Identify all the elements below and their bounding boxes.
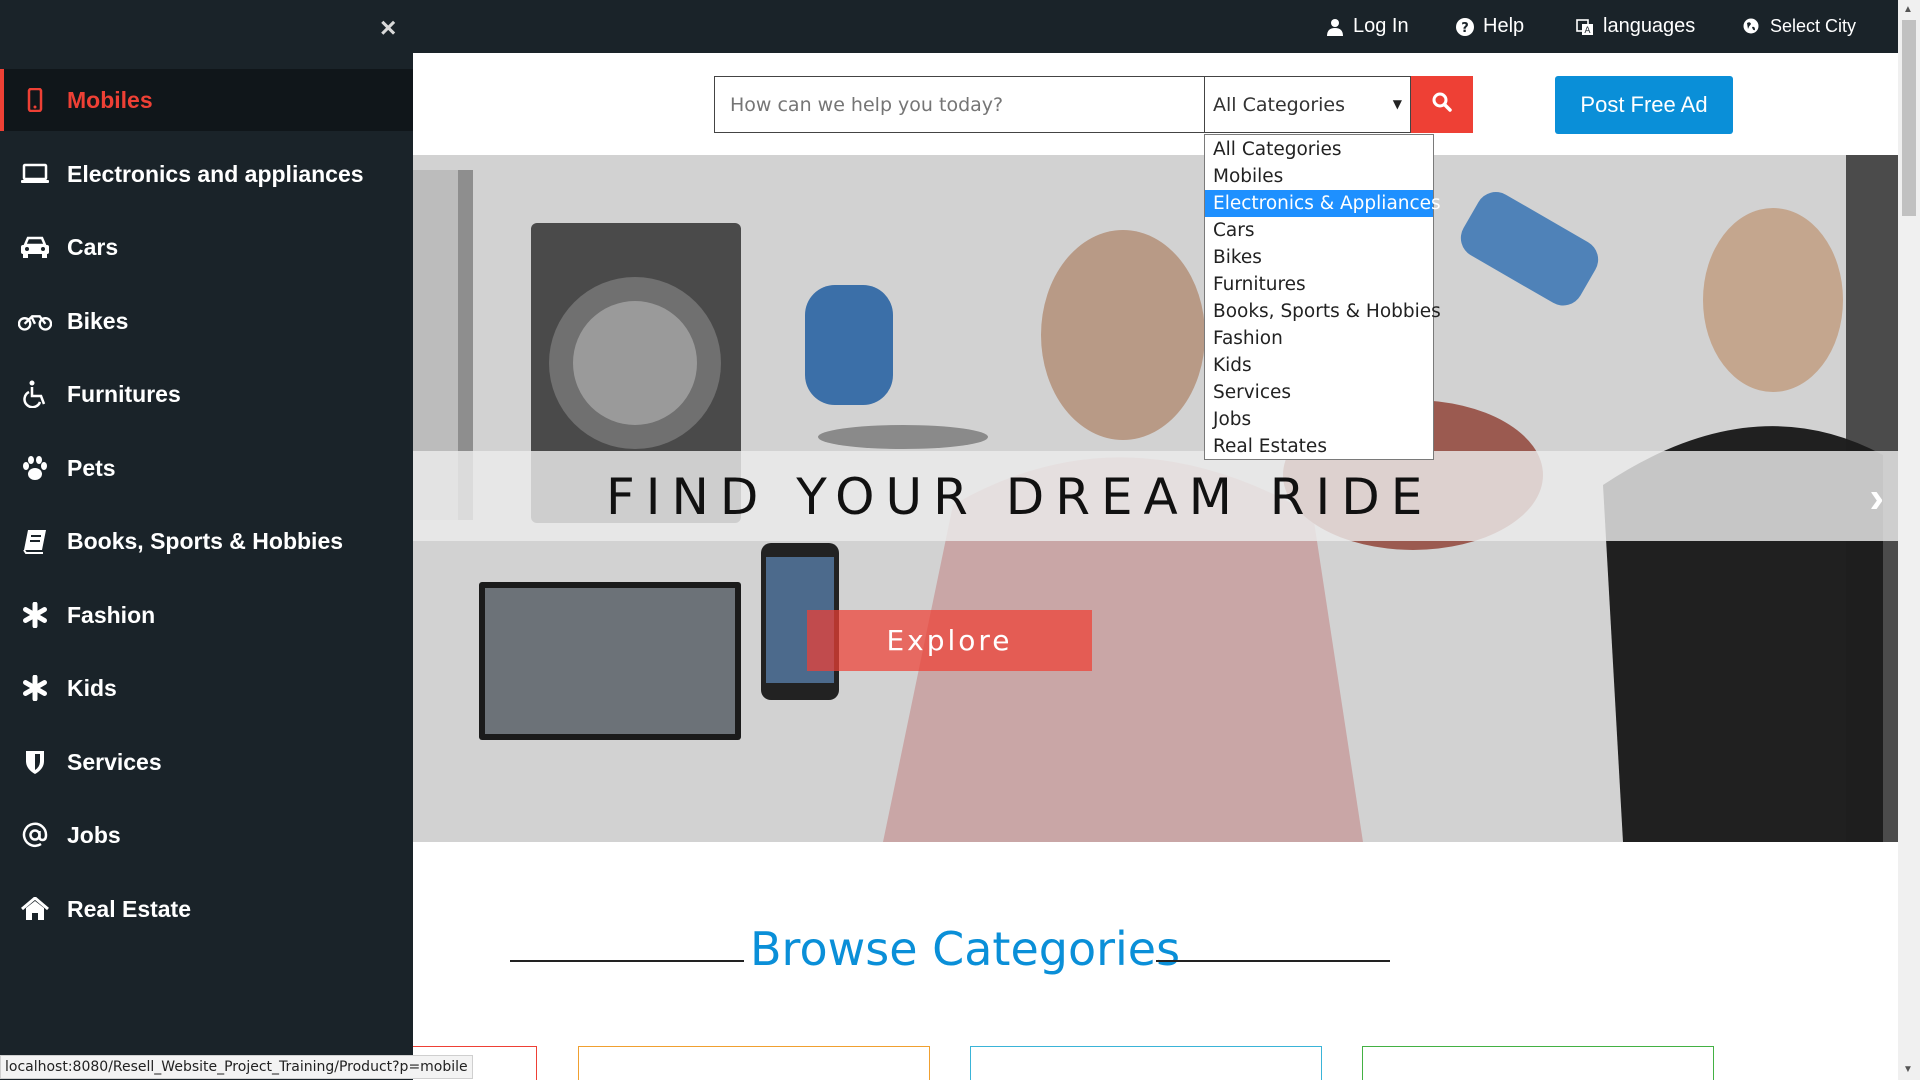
sidebar-item-label: Furnitures xyxy=(67,380,181,407)
explore-button[interactable]: Explore xyxy=(807,610,1092,671)
hero-title: FIND YOUR DREAM RIDE xyxy=(606,468,1434,526)
page-scrollbar[interactable]: ▲ ▼ xyxy=(1898,0,1920,1080)
category-card[interactable] xyxy=(1362,1046,1714,1080)
sidebar-item-label: Services xyxy=(67,748,162,775)
book-icon xyxy=(18,526,52,556)
sidebar-item-bikes[interactable]: Bikes xyxy=(0,290,413,352)
scrollbar-thumb[interactable] xyxy=(1902,20,1916,216)
sidebar-item-kids[interactable]: Kids xyxy=(0,657,413,719)
help-label: Help xyxy=(1483,15,1525,37)
dropdown-option[interactable]: All Categories xyxy=(1205,136,1433,163)
dropdown-option[interactable]: Electronics & Appliances xyxy=(1205,190,1441,217)
category-card[interactable] xyxy=(970,1046,1322,1080)
search-icon xyxy=(1432,92,1452,117)
login-label: Log In xyxy=(1353,15,1409,37)
user-icon xyxy=(1326,18,1344,36)
question-icon: ? xyxy=(1456,17,1474,36)
dropdown-option[interactable]: Cars xyxy=(1205,217,1433,244)
languages-link[interactable]: A languages xyxy=(1576,0,1695,53)
svg-text:A: A xyxy=(1584,26,1591,36)
browse-categories-title: Browse Categories xyxy=(750,922,1181,976)
carousel-next-icon[interactable]: › xyxy=(1869,473,1884,523)
sidebar-item-cars[interactable]: Cars xyxy=(0,216,413,278)
dropdown-option[interactable]: Bikes xyxy=(1205,244,1433,271)
search-input[interactable] xyxy=(715,77,1204,132)
search-field-wrapper xyxy=(714,76,1204,133)
dropdown-option[interactable]: Furnitures xyxy=(1205,271,1433,298)
sidebar-item-fashion[interactable]: Fashion xyxy=(0,584,413,646)
sidebar-item-services[interactable]: Services xyxy=(0,731,413,793)
browse-title-right-rule xyxy=(1156,960,1390,962)
dropdown-option[interactable]: Kids xyxy=(1205,352,1433,379)
search-button[interactable] xyxy=(1411,76,1473,133)
select-city-link[interactable]: Select City xyxy=(1743,0,1856,53)
close-icon[interactable]: × xyxy=(380,12,396,44)
post-free-ad-label: Post Free Ad xyxy=(1580,92,1708,117)
dropdown-arrow-icon: ▼ xyxy=(1392,97,1402,111)
sidebar-item-label: Jobs xyxy=(67,821,121,848)
category-card[interactable] xyxy=(578,1046,930,1080)
sidebar-item-real-estate[interactable]: Real Estate xyxy=(0,878,413,940)
dropdown-option[interactable]: Real Estates xyxy=(1205,433,1433,460)
sidebar-item-label: Fashion xyxy=(67,601,156,628)
home-icon xyxy=(18,894,52,924)
sidebar-item-label: Real Estate xyxy=(67,895,192,922)
sidebar-item-books-sports-hobbies[interactable]: Books, Sports & Hobbies xyxy=(0,510,413,572)
wheelchair-icon xyxy=(18,379,52,409)
motorcycle-icon xyxy=(18,306,52,336)
hero-banner: FIND YOUR DREAM RIDE › Explore xyxy=(413,155,1898,842)
explore-label: Explore xyxy=(886,624,1013,657)
at-icon xyxy=(18,820,52,850)
browse-title-left-rule xyxy=(510,960,744,962)
language-icon: A xyxy=(1576,18,1594,36)
sidebar-item-mobiles[interactable]: Mobiles xyxy=(0,69,413,131)
car-icon xyxy=(18,232,52,262)
help-link[interactable]: ? Help xyxy=(1456,0,1524,53)
sidebar-item-furnitures[interactable]: Furnitures xyxy=(0,363,413,425)
browser-status-url: localhost:8080/Resell_Website_Project_Tr… xyxy=(0,1055,473,1079)
sidebar-item-label: Electronics and appliances xyxy=(67,160,364,187)
category-select-value: All Categories xyxy=(1213,93,1346,116)
svg-text:?: ? xyxy=(1461,21,1469,36)
sidebar-item-label: Mobiles xyxy=(67,86,153,113)
post-free-ad-button[interactable]: Post Free Ad xyxy=(1555,76,1733,134)
login-link[interactable]: Log In xyxy=(1326,0,1409,53)
paw-icon xyxy=(18,453,52,483)
languages-label: languages xyxy=(1603,15,1696,37)
sidebar-item-label: Books, Sports & Hobbies xyxy=(67,527,344,554)
sidebar-item-label: Cars xyxy=(67,233,119,260)
dropdown-option[interactable]: Mobiles xyxy=(1205,163,1433,190)
side-menu: × Mobiles Electronics and appliances Car… xyxy=(0,0,413,1080)
laptop-icon xyxy=(18,159,52,189)
globe-icon xyxy=(1743,18,1761,36)
dropdown-option[interactable]: Books, Sports & Hobbies xyxy=(1205,298,1441,325)
dropdown-option[interactable]: Jobs xyxy=(1205,406,1433,433)
shield-icon xyxy=(18,747,52,777)
category-select[interactable]: All Categories ▼ xyxy=(1204,76,1411,133)
sidebar-item-electronics[interactable]: Electronics and appliances xyxy=(0,143,413,205)
asterisk-icon xyxy=(18,673,52,703)
scroll-down-icon[interactable]: ▼ xyxy=(1903,1064,1913,1075)
dropdown-option[interactable]: Services xyxy=(1205,379,1433,406)
dropdown-option[interactable]: Fashion xyxy=(1205,325,1433,352)
select-city-label: Select City xyxy=(1770,16,1857,36)
category-dropdown-list: All Categories Mobiles Electronics & Appli… xyxy=(1204,134,1441,460)
sidebar-item-label: Pets xyxy=(67,454,116,481)
asterisk-icon xyxy=(18,600,52,630)
sidebar-item-jobs[interactable]: Jobs xyxy=(0,804,413,866)
mobile-icon xyxy=(18,85,52,115)
sidebar-item-label: Kids xyxy=(67,674,117,701)
sidebar-item-label: Bikes xyxy=(67,307,129,334)
scroll-up-icon[interactable]: ▲ xyxy=(1903,4,1913,15)
sidebar-item-pets[interactable]: Pets xyxy=(0,437,413,499)
